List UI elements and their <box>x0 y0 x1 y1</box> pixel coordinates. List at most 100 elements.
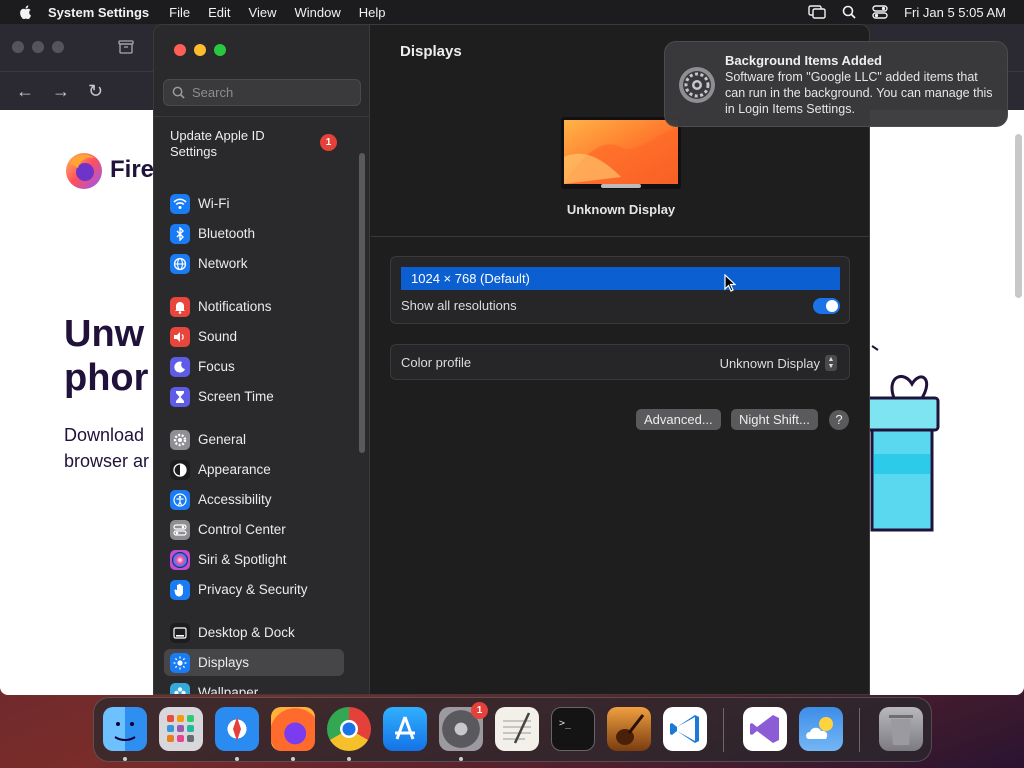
show-all-resolutions-label: Show all resolutions <box>401 298 517 313</box>
sidebar-divider <box>154 116 370 117</box>
sun-icon <box>170 652 190 673</box>
dock-safari-icon[interactable] <box>215 707 259 751</box>
headline-line-2: phor <box>64 357 149 399</box>
gift-illustration <box>864 345 940 532</box>
firefox-view-icon[interactable] <box>118 40 134 54</box>
back-icon[interactable]: ← <box>16 82 34 100</box>
sidebar-item-network[interactable]: Network <box>164 250 344 277</box>
sidebar-item-accessibility[interactable]: Accessibility <box>164 486 344 513</box>
display-name: Unknown Display <box>566 202 676 217</box>
sidebar-item-sound[interactable]: Sound <box>164 323 344 350</box>
sidebar-item-appearance[interactable]: Appearance <box>164 456 344 483</box>
subtext-line-1: Download <box>64 425 145 445</box>
reload-icon[interactable]: ↻ <box>88 82 103 100</box>
sidebar-item-label: Focus <box>198 359 235 374</box>
advanced-button[interactable]: Advanced... <box>636 409 721 430</box>
accessibility-icon <box>170 489 190 510</box>
firefox-minimize-button[interactable] <box>32 41 44 53</box>
dock-trash-icon[interactable] <box>879 707 923 751</box>
firefox-scrollbar[interactable] <box>1015 134 1022 298</box>
zoom-button[interactable] <box>214 44 226 56</box>
menu-file[interactable]: File <box>169 5 190 20</box>
sidebar-item-general[interactable]: General <box>164 426 344 453</box>
pane-divider <box>371 236 869 237</box>
sidebar-item-label: Network <box>198 256 248 271</box>
sidebar-item-screen-time[interactable]: Screen Time <box>164 383 344 410</box>
color-profile-select[interactable]: Unknown Display ▲ ▼ <box>720 355 837 371</box>
dock-running-indicator <box>235 757 239 761</box>
color-profile-value: Unknown Display <box>719 355 820 371</box>
control-center-icon <box>170 519 190 540</box>
forward-icon[interactable]: → <box>52 82 70 100</box>
sidebar-item-control-center[interactable]: Control Center <box>164 516 344 543</box>
color-profile-label: Color profile <box>401 355 472 370</box>
dock-firefox-icon[interactable] <box>271 707 315 751</box>
close-button[interactable] <box>174 44 186 56</box>
menu-app-name[interactable]: System Settings <box>48 5 149 20</box>
sidebar-item-wi-fi[interactable]: Wi-Fi <box>164 190 344 217</box>
dock-garageband-icon[interactable] <box>607 707 651 751</box>
sidebar-item-wallpaper[interactable]: Wallpaper <box>164 679 344 694</box>
sidebar-item-notifications[interactable]: Notifications <box>164 293 344 320</box>
dock-terminal-icon[interactable]: >_ <box>551 707 595 751</box>
minimize-button[interactable] <box>194 44 206 56</box>
dock-chrome-icon[interactable] <box>327 707 371 751</box>
menu-view[interactable]: View <box>249 5 277 20</box>
wifi-icon <box>170 193 190 214</box>
sidebar-item-label: Accessibility <box>198 492 272 507</box>
siri-icon <box>170 549 190 570</box>
dock-finder-icon[interactable] <box>103 707 147 751</box>
notification-title: Background Items Added <box>725 53 882 68</box>
apple-menu-icon[interactable] <box>18 4 34 20</box>
dock-separator <box>859 708 860 752</box>
firefox-headline: Unw phor <box>64 312 148 400</box>
firefox-zoom-button[interactable] <box>52 41 64 53</box>
menu-window[interactable]: Window <box>294 5 340 20</box>
night-shift-button[interactable]: Night Shift... <box>731 409 818 430</box>
sidebar-item-label: Screen Time <box>198 389 274 404</box>
dock-running-indicator <box>291 757 295 761</box>
sidebar-item-label: Sound <box>198 329 238 344</box>
firefox-traffic-lights <box>12 41 64 53</box>
show-all-resolutions-toggle[interactable] <box>813 298 840 314</box>
sidebar-item-label: Notifications <box>198 299 272 314</box>
dock-system-settings-badge: 1 <box>471 702 488 719</box>
menu-help[interactable]: Help <box>359 5 386 20</box>
system-settings-gear-icon <box>679 67 715 103</box>
spotlight-search-icon[interactable] <box>842 5 856 19</box>
sidebar-item-focus[interactable]: Focus <box>164 353 344 380</box>
apple-id-badge: 1 <box>320 134 337 151</box>
sidebar-item-bluetooth[interactable]: Bluetooth <box>164 220 344 247</box>
pane-title: Displays <box>400 43 462 60</box>
help-button[interactable]: ? <box>829 410 849 430</box>
svg-text:>_: >_ <box>559 718 572 729</box>
dock-separator <box>723 708 724 752</box>
dock-textedit-icon[interactable] <box>495 707 539 751</box>
notification-banner[interactable]: Background Items Added Software from "Go… <box>664 41 1008 127</box>
dock-weather-icon[interactable] <box>799 707 843 751</box>
gear-icon <box>170 429 190 450</box>
search-input[interactable] <box>192 85 352 100</box>
sidebar-item-label: Appearance <box>198 462 271 477</box>
dock-app-store-icon[interactable] <box>383 707 427 751</box>
menu-clock[interactable]: Fri Jan 5 5:05 AM <box>904 5 1006 20</box>
firefox-subtext: Download browser ar <box>64 422 149 474</box>
sidebar-scrollbar[interactable] <box>359 153 365 453</box>
sidebar-item-displays[interactable]: Displays <box>164 649 344 676</box>
sidebar-item-privacy-security[interactable]: Privacy & Security <box>164 576 344 603</box>
sidebar-item-label: Privacy & Security <box>198 582 308 597</box>
sidebar-item-siri-spotlight[interactable]: Siri & Spotlight <box>164 546 344 573</box>
update-apple-id-item[interactable]: Update Apple ID Settings <box>170 128 290 160</box>
display-thumbnail[interactable] <box>561 117 681 189</box>
dock-visual-studio-icon[interactable] <box>743 707 787 751</box>
screen-mirroring-icon[interactable] <box>808 5 826 19</box>
color-profile-panel: Color profile Unknown Display ▲ ▼ <box>390 344 850 380</box>
sidebar-search[interactable] <box>163 79 361 106</box>
resolution-option-selected[interactable]: 1024 × 768 (Default) <box>401 267 840 290</box>
firefox-close-button[interactable] <box>12 41 24 53</box>
dock-launchpad-icon[interactable] <box>159 707 203 751</box>
control-center-icon[interactable] <box>872 5 888 19</box>
menu-edit[interactable]: Edit <box>208 5 230 20</box>
dock-vs-code-icon[interactable] <box>663 707 707 751</box>
sidebar-item-desktop-dock[interactable]: Desktop & Dock <box>164 619 344 646</box>
